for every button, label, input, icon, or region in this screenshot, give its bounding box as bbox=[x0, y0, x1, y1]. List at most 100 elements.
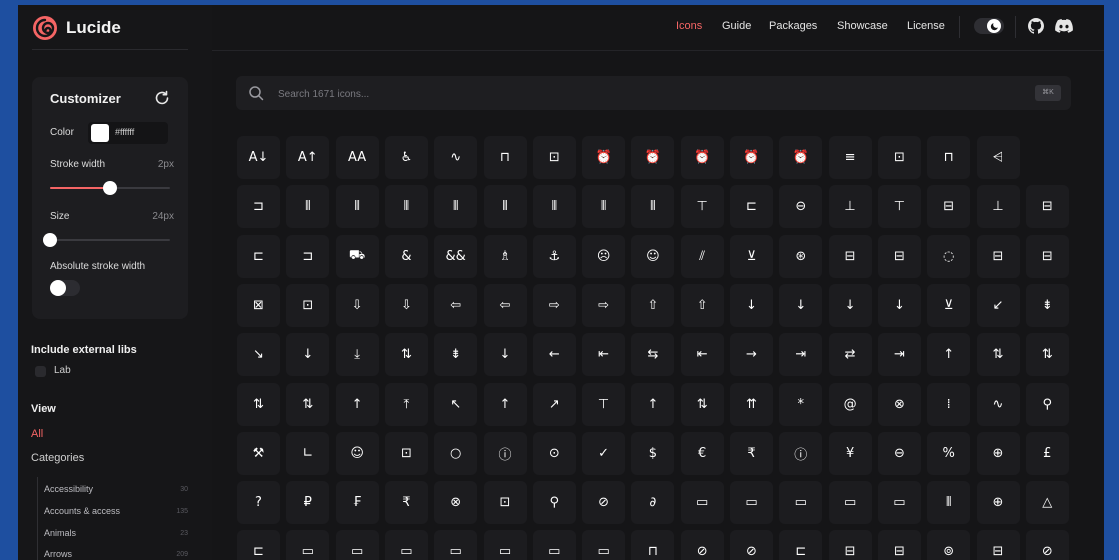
icon-tile[interactable]: ⏰ bbox=[631, 136, 675, 179]
icon-tile[interactable]: ↘ bbox=[237, 333, 280, 377]
icon-tile[interactable]: ⇅ bbox=[976, 333, 1020, 377]
icon-tile[interactable]: £ bbox=[1025, 431, 1069, 475]
icon-tile[interactable]: ▭ bbox=[582, 530, 626, 560]
github-icon[interactable] bbox=[1028, 18, 1044, 34]
icon-tile[interactable]: ↓ bbox=[286, 333, 330, 377]
icon-tile[interactable]: ⫴ bbox=[286, 185, 330, 229]
icon-tile[interactable]: ⇤ bbox=[680, 333, 724, 377]
category-item-accessibility[interactable]: Accessibility bbox=[44, 484, 93, 494]
icon-tile[interactable]: ↑ bbox=[335, 382, 379, 426]
icon-tile[interactable]: * bbox=[779, 382, 823, 426]
icon-tile[interactable]: ⇥ bbox=[877, 333, 921, 377]
icon-tile[interactable]: ☹ bbox=[582, 234, 626, 278]
icon-tile[interactable]: ↑ bbox=[927, 333, 971, 377]
icon-tile[interactable]: ↖ bbox=[434, 382, 478, 426]
icon-tile[interactable]: ⫴ bbox=[582, 185, 626, 229]
icon-tile[interactable]: ₣ bbox=[335, 481, 379, 525]
icon-tile[interactable]: ₹ bbox=[730, 431, 773, 475]
icon-tile[interactable]: ▭ bbox=[384, 530, 428, 560]
icon-tile[interactable]: ↓ bbox=[828, 283, 872, 327]
icon-tile[interactable]: ⊤ bbox=[877, 185, 921, 229]
icon-tile[interactable]: ⓘ bbox=[779, 431, 823, 475]
icon-tile[interactable]: ▭ bbox=[877, 481, 921, 525]
icon-tile[interactable]: ⊻ bbox=[927, 283, 971, 327]
icon-tile[interactable]: ⫽ bbox=[680, 234, 724, 278]
icon-tile[interactable]: ⊟ bbox=[976, 234, 1020, 278]
icon-tile[interactable]: ⊥ bbox=[976, 185, 1020, 229]
icon-tile[interactable]: ¥ bbox=[828, 431, 872, 475]
icon-tile[interactable]: ⊓ bbox=[631, 530, 675, 560]
view-all-link[interactable]: All bbox=[31, 428, 43, 440]
icon-tile[interactable]: ⤓ bbox=[335, 333, 379, 377]
icon-tile[interactable]: & bbox=[384, 234, 428, 278]
color-picker[interactable]: #ffffff bbox=[88, 122, 168, 144]
icon-tile[interactable]: ⇟ bbox=[1025, 283, 1069, 327]
icon-tile[interactable]: ⫴ bbox=[335, 185, 379, 229]
icon-tile[interactable]: ⇦ bbox=[434, 283, 478, 327]
size-thumb[interactable] bbox=[43, 233, 57, 247]
icon-tile[interactable]: && bbox=[434, 234, 478, 278]
nav-packages[interactable]: Packages bbox=[769, 20, 817, 32]
logo[interactable]: Lucide bbox=[32, 15, 121, 41]
icon-tile[interactable]: ▭ bbox=[730, 481, 773, 525]
icon-tile[interactable]: ⇧ bbox=[680, 283, 724, 327]
icon-tile[interactable]: % bbox=[927, 431, 971, 475]
icon-tile[interactable]: ▭ bbox=[434, 530, 478, 560]
category-item-animals[interactable]: Animals bbox=[44, 528, 76, 538]
icon-tile[interactable]: ✓ bbox=[582, 431, 626, 475]
icon-tile[interactable]: ⫴ bbox=[532, 185, 576, 229]
icon-tile[interactable]: ⊟ bbox=[828, 234, 872, 278]
icon-tile[interactable]: ⊘ bbox=[730, 530, 773, 560]
category-item-accounts-access[interactable]: Accounts & access bbox=[44, 506, 120, 516]
icon-tile[interactable]: ⊘ bbox=[680, 530, 724, 560]
icon-tile[interactable]: @ bbox=[828, 382, 872, 426]
icon-tile[interactable]: ▭ bbox=[483, 530, 527, 560]
icon-tile[interactable]: ⇅ bbox=[286, 382, 330, 426]
icon-tile[interactable]: ♗ bbox=[483, 234, 527, 278]
icon-tile[interactable]: ⚲ bbox=[1025, 382, 1069, 426]
icon-tile[interactable]: → bbox=[730, 333, 773, 377]
icon-tile[interactable]: ⏰ bbox=[680, 136, 724, 179]
icon-tile[interactable]: ↓ bbox=[779, 283, 823, 327]
icon-tile[interactable]: ⇩ bbox=[384, 283, 428, 327]
icon-tile[interactable]: ⇥ bbox=[779, 333, 823, 377]
icon-tile[interactable]: ☺ bbox=[631, 234, 675, 278]
icon-tile[interactable]: ↙ bbox=[976, 283, 1020, 327]
icon-tile[interactable]: △ bbox=[1025, 481, 1069, 525]
icon-tile[interactable]: ⊖ bbox=[779, 185, 823, 229]
icon-tile[interactable]: ⫴ bbox=[434, 185, 478, 229]
icon-tile[interactable]: ⊐ bbox=[237, 185, 280, 229]
icon-tile[interactable]: ▭ bbox=[532, 530, 576, 560]
icon-tile[interactable]: ⁞ bbox=[927, 382, 971, 426]
icon-tile[interactable]: ⊓ bbox=[927, 136, 971, 179]
icon-tile[interactable]: A↑ bbox=[286, 136, 330, 179]
icon-tile[interactable]: ⊻ bbox=[730, 234, 773, 278]
nav-license[interactable]: License bbox=[907, 20, 945, 32]
icon-tile[interactable]: ⊕ bbox=[976, 431, 1020, 475]
icon-tile[interactable]: ↓ bbox=[877, 283, 921, 327]
icon-tile[interactable]: A↓ bbox=[237, 136, 280, 179]
reset-icon[interactable] bbox=[154, 90, 170, 106]
icon-tile[interactable]: € bbox=[680, 431, 724, 475]
size-slider[interactable] bbox=[43, 233, 170, 247]
icon-tile[interactable]: ⦀ bbox=[927, 481, 971, 525]
icon-tile[interactable]: ∿ bbox=[976, 382, 1020, 426]
icon-tile[interactable]: ⇩ bbox=[335, 283, 379, 327]
icon-tile[interactable]: ⇤ bbox=[582, 333, 626, 377]
icon-tile[interactable]: ⫴ bbox=[631, 185, 675, 229]
icon-tile[interactable]: ₽ bbox=[286, 481, 330, 525]
icon-tile[interactable]: ⚓ bbox=[532, 234, 576, 278]
icon-tile[interactable]: ◌ bbox=[927, 234, 971, 278]
icon-tile[interactable]: ⓘ bbox=[483, 431, 527, 475]
icon-tile[interactable]: ⤒ bbox=[384, 382, 428, 426]
icon-tile[interactable]: ▭ bbox=[286, 530, 330, 560]
stroke-width-slider[interactable] bbox=[50, 181, 170, 195]
icon-tile[interactable]: AA bbox=[335, 136, 379, 179]
icon-tile[interactable]: ∟ bbox=[286, 431, 330, 475]
icon-tile[interactable]: ⊟ bbox=[877, 234, 921, 278]
icon-tile[interactable]: ↑ bbox=[483, 382, 527, 426]
icon-tile[interactable]: $ bbox=[631, 431, 675, 475]
lab-label[interactable]: Lab bbox=[54, 365, 71, 376]
icon-tile[interactable]: ⇨ bbox=[582, 283, 626, 327]
icon-tile[interactable]: ⏰ bbox=[779, 136, 823, 179]
